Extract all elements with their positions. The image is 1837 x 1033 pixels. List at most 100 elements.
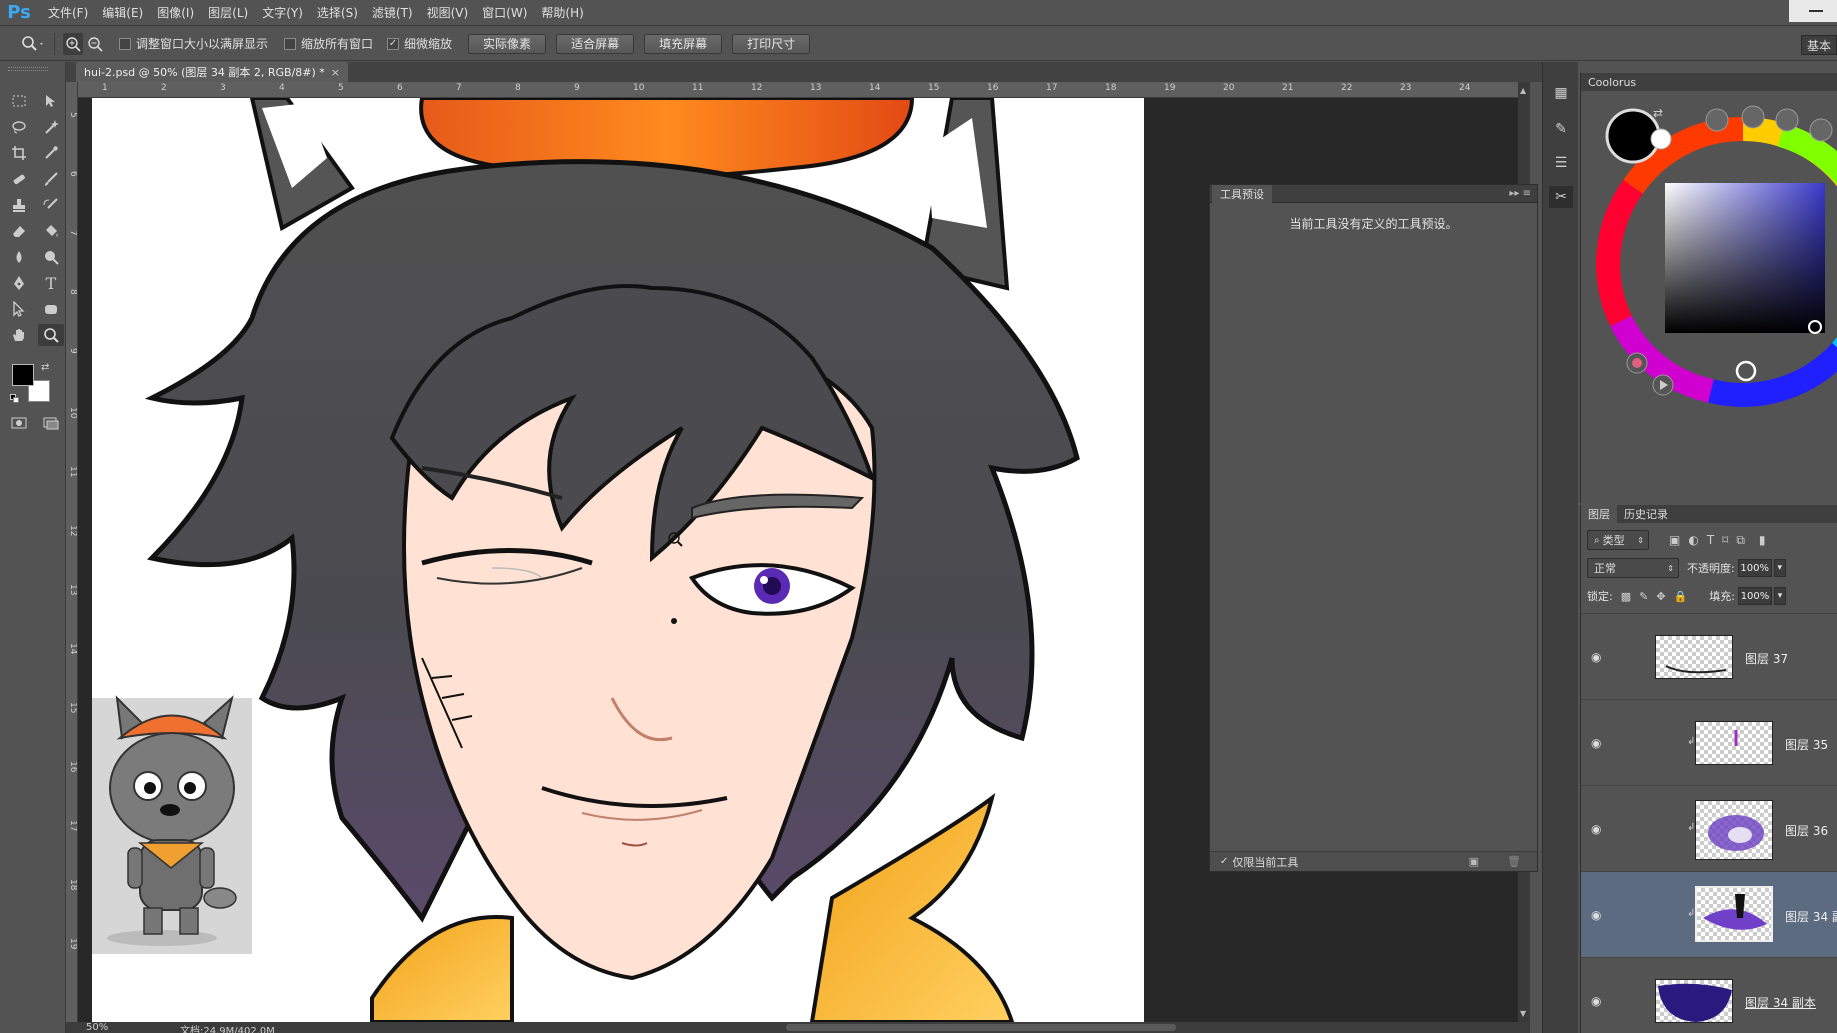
brush-presets-icon[interactable]: ✎ — [1549, 118, 1573, 140]
panel-menu-icon[interactable]: ▸▸ ≡ — [1509, 188, 1531, 199]
scroll-up-icon[interactable]: ▲ — [1520, 86, 1526, 95]
print-size-button[interactable]: 打印尺寸 — [732, 33, 811, 54]
mixer-knob-icon[interactable] — [1775, 108, 1799, 132]
layer-name[interactable]: 图层 37 — [1745, 650, 1788, 667]
lasso-tool[interactable] — [6, 116, 32, 138]
layer-name[interactable]: 图层 36 — [1785, 822, 1828, 839]
layer-name[interactable]: 图层 35 — [1785, 736, 1828, 753]
eyedropper-tool[interactable] — [38, 142, 64, 164]
visibility-eye-icon[interactable]: ◉ — [1591, 650, 1601, 664]
info-panel-icon[interactable]: ▦ — [1549, 82, 1573, 104]
hand-tool[interactable] — [6, 324, 32, 346]
crop-tool[interactable] — [6, 142, 32, 164]
current-tool-only-checkbox[interactable]: ✓ 仅限当前工具 — [1220, 854, 1298, 870]
fit-screen-button[interactable]: 适合屏幕 — [556, 33, 635, 54]
brush-tool[interactable] — [38, 168, 64, 190]
zoom-in-button[interactable] — [63, 32, 83, 55]
tab-history[interactable]: 历史记录 — [1617, 505, 1675, 523]
new-preset-icon[interactable]: ▣ — [1469, 855, 1479, 868]
menu-file[interactable]: 文件(F) — [48, 4, 88, 21]
mixer-knob-icon[interactable] — [1809, 118, 1833, 142]
paint-bucket-tool[interactable] — [38, 220, 64, 242]
healing-brush-tool[interactable] — [6, 168, 32, 190]
menu-image[interactable]: 图像(I) — [157, 4, 194, 21]
zoom-level[interactable]: 50% — [86, 1022, 108, 1033]
resize-windows-checkbox[interactable]: 调整窗口大小以满屏显示 — [119, 35, 268, 52]
swap-colors-icon[interactable]: ⇄ — [41, 362, 49, 373]
minimize-button[interactable] — [1789, 0, 1837, 22]
swap-colors-icon[interactable]: ⇄ — [1653, 106, 1663, 120]
layer-row[interactable]: ◉ 图层 34 副本 — [1581, 957, 1837, 1033]
quick-mask-button[interactable] — [6, 412, 32, 434]
pen-tool[interactable] — [6, 272, 32, 294]
layer-row[interactable]: ◉ 图层 37 — [1581, 613, 1837, 699]
artwork-canvas[interactable] — [92, 98, 1278, 1022]
move-tool[interactable] — [38, 90, 64, 112]
filter-toggle-icon[interactable]: ▮ — [1759, 533, 1766, 547]
shape-tool[interactable] — [38, 298, 64, 320]
menu-edit[interactable]: 编辑(E) — [102, 4, 143, 21]
eraser-tool[interactable] — [6, 220, 32, 242]
mixer-knob-icon[interactable] — [1705, 108, 1729, 132]
layer-name[interactable]: 图层 34 副本 — [1745, 994, 1816, 1011]
visibility-eye-icon[interactable]: ◉ — [1591, 822, 1601, 836]
color-wheel[interactable]: ⇄ — [1581, 91, 1837, 503]
filter-shape-icon[interactable]: ⌑ — [1722, 533, 1728, 547]
clone-stamp-tool[interactable] — [6, 194, 32, 216]
adjustments-icon[interactable]: ☰ — [1549, 152, 1573, 174]
layer-filter-select[interactable]: ⌕ 类型 ⇕ — [1587, 530, 1649, 550]
path-selection-tool[interactable] — [6, 298, 32, 320]
filter-type-icon[interactable]: T — [1707, 533, 1714, 547]
foreground-color-swatch[interactable] — [12, 364, 34, 386]
lock-all-icon[interactable]: 🔒 — [1674, 590, 1688, 603]
screen-mode-button[interactable] — [38, 412, 64, 434]
menu-help[interactable]: 帮助(H) — [541, 4, 583, 21]
visibility-eye-icon[interactable]: ◉ — [1591, 994, 1601, 1008]
visibility-eye-icon[interactable]: ◉ — [1591, 736, 1601, 750]
history-brush-tool[interactable] — [38, 194, 64, 216]
mixer-knob-icon[interactable] — [1741, 105, 1765, 129]
opacity-field[interactable]: 100% — [1737, 559, 1772, 577]
layer-name[interactable]: 图层 34 副 — [1785, 908, 1837, 925]
visibility-eye-icon[interactable]: ◉ — [1591, 908, 1601, 922]
lock-position-icon[interactable]: ✥ — [1656, 590, 1665, 603]
layer-row[interactable]: ◉ ↲ 图层 36 — [1581, 785, 1837, 871]
actual-pixels-button[interactable]: 实际像素 — [468, 33, 547, 54]
toolbar-grip[interactable] — [8, 67, 48, 71]
magic-wand-tool[interactable] — [38, 116, 64, 138]
type-tool[interactable]: T — [38, 272, 64, 294]
chevron-down-icon[interactable]: ▾ — [1773, 587, 1786, 605]
menu-view[interactable]: 视图(V) — [427, 4, 469, 21]
layer-row[interactable]: ◉ ↲ 图层 35 — [1581, 699, 1837, 785]
filter-pixel-icon[interactable]: ▣ — [1669, 533, 1680, 547]
close-tab-icon[interactable]: × — [331, 66, 340, 79]
delete-preset-icon[interactable]: 🗑 — [1507, 855, 1521, 868]
horizontal-scroll-thumb[interactable] — [786, 1024, 1176, 1031]
zoom-tool-preset-picker[interactable] — [18, 32, 46, 56]
scrubby-zoom-checkbox[interactable]: ✓ 细微缩放 — [387, 35, 452, 52]
dodge-tool[interactable] — [38, 246, 64, 268]
fill-screen-button[interactable]: 填充屏幕 — [644, 33, 723, 54]
menu-type[interactable]: 文字(Y) — [262, 4, 303, 21]
tab-layers[interactable]: 图层 — [1581, 505, 1617, 523]
marquee-tool[interactable] — [6, 90, 32, 112]
chevron-down-icon[interactable]: ▾ — [1773, 559, 1786, 577]
tool-presets-tab[interactable]: 工具预设 — [1212, 184, 1272, 203]
background-color-chip[interactable] — [1650, 128, 1672, 150]
default-colors-icon[interactable] — [10, 394, 20, 404]
blend-mode-select[interactable]: 正常 ⇕ — [1587, 558, 1679, 578]
layer-row-selected[interactable]: ◉ ↲ 图层 34 副 — [1581, 871, 1837, 957]
zoom-tool[interactable] — [38, 324, 64, 346]
document-tab[interactable]: hui-2.psd @ 50% (图层 34 副本 2, RGB/8#) * × — [76, 62, 349, 82]
tool-presets-icon[interactable]: ✂ — [1549, 186, 1573, 208]
filter-adjustment-icon[interactable]: ◐ — [1688, 533, 1698, 547]
hue-handle[interactable] — [1735, 360, 1757, 382]
fill-field[interactable]: 100% — [1737, 587, 1772, 605]
menu-filter[interactable]: 滤镜(T) — [372, 4, 413, 21]
menu-layer[interactable]: 图层(L) — [208, 4, 248, 21]
zoom-out-button[interactable] — [85, 33, 105, 55]
workspace-switcher[interactable]: 基本 — [1801, 35, 1837, 55]
scroll-down-icon[interactable]: ▼ — [1520, 1009, 1526, 1018]
lock-paint-icon[interactable]: ✎ — [1639, 590, 1648, 603]
zoom-all-windows-checkbox[interactable]: 缩放所有窗口 — [284, 35, 373, 52]
